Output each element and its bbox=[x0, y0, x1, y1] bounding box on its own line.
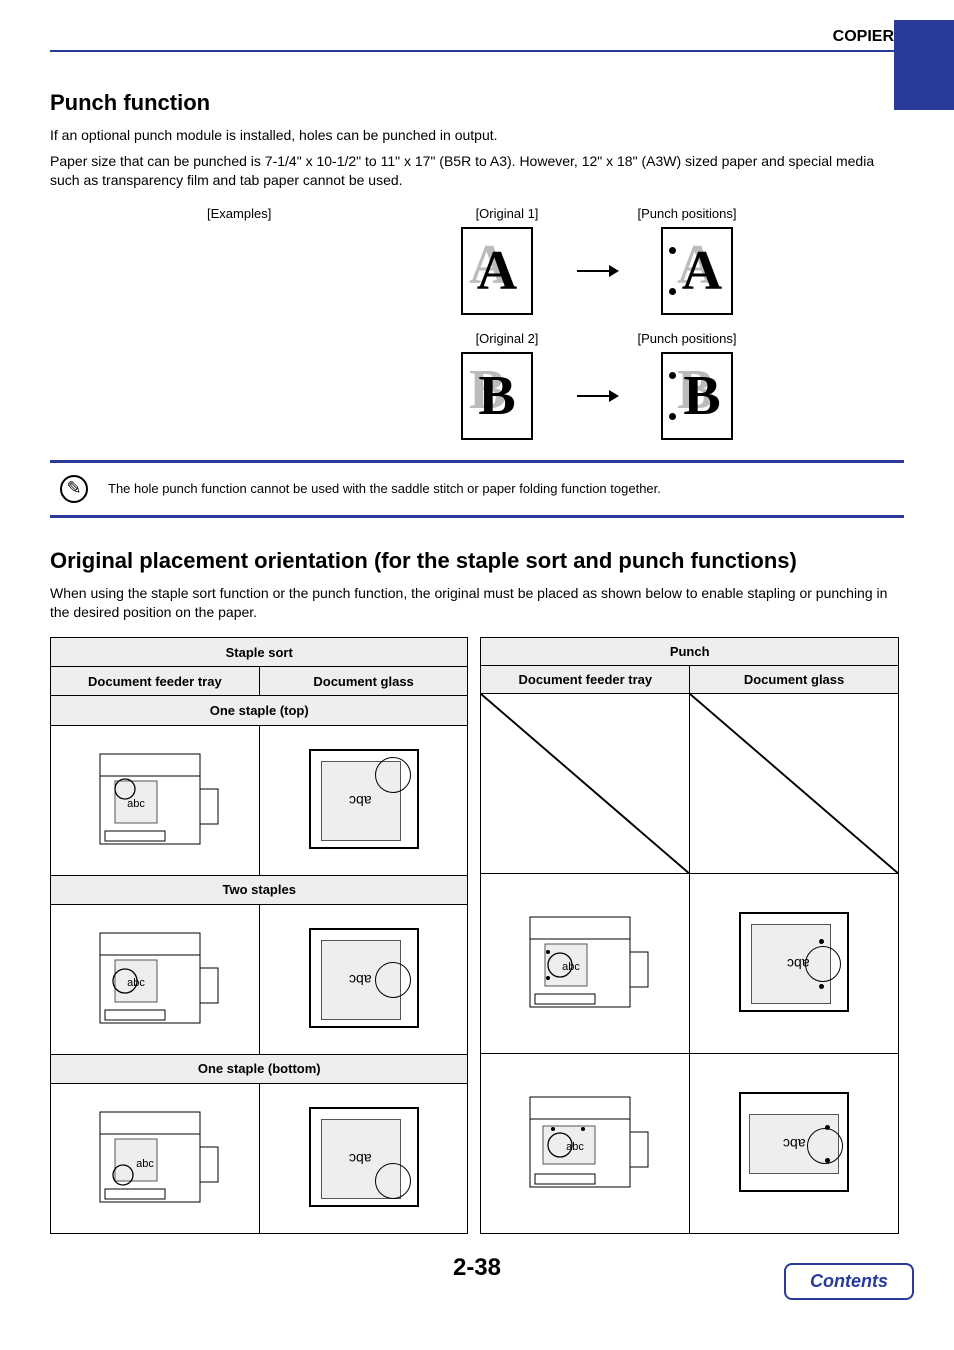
punch-row1-feeder bbox=[481, 693, 690, 873]
punch-col1: Document feeder tray bbox=[481, 665, 690, 693]
original1-box: AA bbox=[461, 227, 533, 315]
original1-label: [Original 1] bbox=[447, 206, 567, 221]
original2-label: [Original 2] bbox=[447, 331, 567, 346]
original2-box: BB bbox=[461, 352, 533, 440]
glass-icon: abc bbox=[739, 912, 849, 1012]
machine-icon: abc bbox=[85, 918, 225, 1038]
staple-two-feeder: abc bbox=[51, 904, 260, 1054]
punch-intro-1: If an optional punch module is installed… bbox=[50, 126, 904, 146]
punch-row3-glass: abc bbox=[690, 1053, 899, 1233]
punch-row3-feeder: abc bbox=[481, 1053, 690, 1233]
staple-bottom-glass: abc bbox=[259, 1083, 468, 1233]
svg-text:abc: abc bbox=[566, 1141, 584, 1153]
row-two-staples: Two staples bbox=[51, 875, 468, 904]
punch-row2-glass: abc bbox=[690, 873, 899, 1053]
punch-row2-feeder: abc bbox=[481, 873, 690, 1053]
staple-top-feeder: abc bbox=[51, 725, 260, 875]
orientation-intro: When using the staple sort function or t… bbox=[50, 584, 904, 623]
examples-block: [Examples] [Original 1] [Punch positions… bbox=[50, 206, 904, 440]
punch-col2: Document glass bbox=[690, 665, 899, 693]
page-number: 2-38 bbox=[50, 1254, 904, 1282]
punch-positions-label-2: [Punch positions] bbox=[627, 331, 747, 346]
section-tab bbox=[894, 20, 954, 110]
punch-table: Punch Document feeder tray Document glas… bbox=[480, 637, 898, 1234]
row-one-staple-bottom: One staple (bottom) bbox=[51, 1054, 468, 1083]
glass-icon: abc bbox=[309, 1107, 419, 1207]
staple-bottom-feeder: abc bbox=[51, 1083, 260, 1233]
staple-sort-table: Staple sort Document feeder tray Documen… bbox=[50, 637, 468, 1234]
orientation-heading: Original placement orientation (for the … bbox=[50, 548, 904, 574]
staple-top-glass: abc bbox=[259, 725, 468, 875]
staple-two-glass: abc bbox=[259, 904, 468, 1054]
arrow-icon bbox=[577, 395, 617, 397]
staple-col1: Document feeder tray bbox=[51, 667, 260, 696]
machine-icon: abc bbox=[515, 902, 655, 1022]
contents-button[interactable]: Contents bbox=[784, 1263, 914, 1300]
punch-intro-2: Paper size that can be punched is 7-1/4"… bbox=[50, 152, 904, 191]
header-bar: COPIER bbox=[50, 20, 904, 60]
machine-icon: abc bbox=[85, 1097, 225, 1217]
svg-text:abc: abc bbox=[136, 1158, 154, 1170]
row-one-staple-top: One staple (top) bbox=[51, 696, 468, 725]
note-block: ✎ The hole punch function cannot be used… bbox=[50, 460, 904, 518]
punched1-box: AA bbox=[661, 227, 733, 315]
examples-label: [Examples] bbox=[207, 206, 347, 221]
glass-icon: abc bbox=[739, 1092, 849, 1192]
punch-row1-glass bbox=[690, 693, 899, 873]
punched2-box: BB bbox=[661, 352, 733, 440]
arrow-icon bbox=[577, 270, 617, 272]
glass-icon: abc bbox=[309, 749, 419, 849]
staple-title: Staple sort bbox=[51, 637, 468, 666]
pencil-note-icon: ✎ bbox=[60, 475, 88, 503]
note-text: The hole punch function cannot be used w… bbox=[108, 481, 661, 496]
punch-function-heading: Punch function bbox=[50, 90, 904, 116]
machine-icon: abc bbox=[85, 739, 225, 859]
punch-positions-label-1: [Punch positions] bbox=[627, 206, 747, 221]
section-label: COPIER bbox=[833, 28, 894, 46]
glass-icon: abc bbox=[309, 928, 419, 1028]
staple-col2: Document glass bbox=[259, 667, 468, 696]
svg-text:abc: abc bbox=[127, 798, 145, 810]
punch-title: Punch bbox=[481, 637, 898, 665]
header-rule bbox=[50, 50, 904, 52]
machine-icon: abc bbox=[515, 1082, 655, 1202]
